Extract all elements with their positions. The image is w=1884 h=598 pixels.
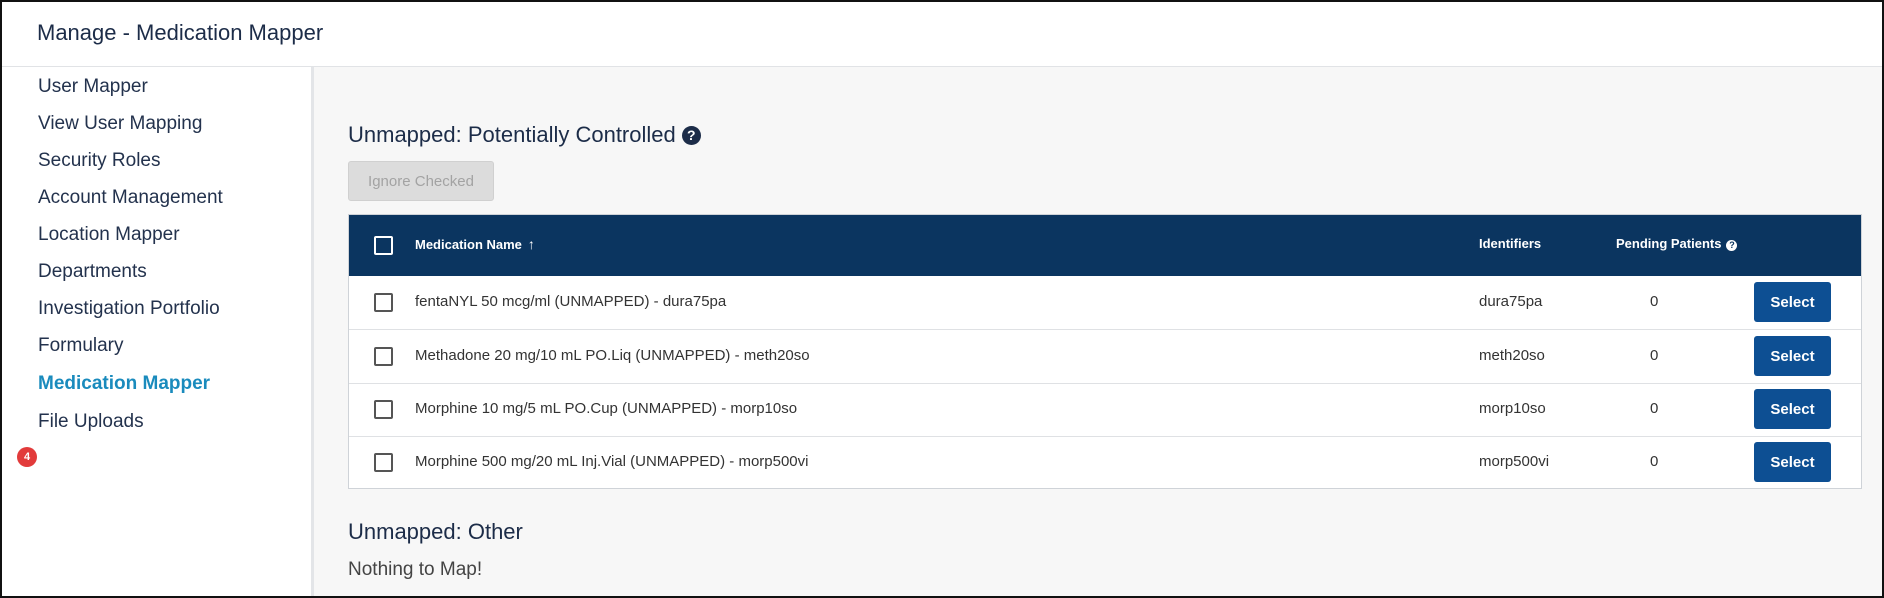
sidebar-item-medication-mapper[interactable]: Medication Mapper — [38, 373, 210, 395]
sidebar-item-formulary[interactable]: Formulary — [38, 335, 124, 357]
identifier-cell: morp10so — [1479, 400, 1546, 417]
column-header-identifiers: Identifiers — [1479, 236, 1542, 251]
medications-table: Medication Name ↑ Identifiers Pending Pat… — [348, 214, 1862, 489]
sidebar-item-security-roles[interactable]: Security Roles — [38, 150, 161, 172]
pending-patients-cell: 0 — [1650, 453, 1659, 470]
identifier-cell: meth20so — [1479, 347, 1545, 364]
empty-state-text: Nothing to Map! — [348, 559, 483, 580]
identifier-cell: dura75pa — [1479, 293, 1543, 310]
sidebar-item-departments[interactable]: Departments — [38, 261, 147, 283]
row-checkbox[interactable] — [374, 293, 393, 312]
select-button[interactable]: Select — [1754, 442, 1831, 482]
sort-ascending-icon: ↑ — [527, 236, 535, 252]
other-section-title: Unmapped: Other — [348, 519, 523, 544]
select-button[interactable]: Select — [1754, 282, 1831, 322]
select-all-checkbox[interactable] — [374, 236, 393, 255]
ignore-checked-button[interactable]: Ignore Checked — [348, 161, 494, 201]
pending-patients-cell: 0 — [1650, 293, 1659, 310]
sidebar-item-location-mapper[interactable]: Location Mapper — [38, 224, 180, 246]
pending-patients-cell: 0 — [1650, 400, 1659, 417]
table-row: Morphine 500 mg/20 mL Inj.Vial (UNMAPPED… — [349, 436, 1861, 489]
row-checkbox[interactable] — [374, 347, 393, 366]
sidebar-item-view-user-mapping[interactable]: View User Mapping — [38, 113, 202, 135]
table-row: Morphine 10 mg/5 mL PO.Cup (UNMAPPED) - … — [349, 383, 1861, 437]
medication-name-cell: fentaNYL 50 mcg/ml (UNMAPPED) - dura75pa — [415, 293, 727, 310]
question-circle-icon[interactable]: ? — [1726, 240, 1738, 251]
table-header: Medication Name ↑ Identifiers Pending Pat… — [349, 215, 1861, 276]
question-circle-icon[interactable]: ? — [681, 126, 701, 145]
sidebar-item-account-management[interactable]: Account Management — [38, 187, 223, 209]
select-button[interactable]: Select — [1754, 389, 1831, 429]
column-header-pending-patients: Pending Patients? — [1616, 236, 1738, 251]
table-row: fentaNYL 50 mcg/ml (UNMAPPED) - dura75pa… — [349, 276, 1861, 330]
top-bar: Manage - Medication Mapper — [2, 2, 1882, 67]
sidebar: User Mapper View User Mapping Security R… — [2, 67, 314, 596]
medication-name-cell: Methadone 20 mg/10 mL PO.Liq (UNMAPPED) … — [415, 347, 810, 364]
select-button[interactable]: Select — [1754, 336, 1831, 376]
medication-name-cell: Morphine 10 mg/5 mL PO.Cup (UNMAPPED) - … — [415, 400, 798, 417]
row-checkbox[interactable] — [374, 400, 393, 419]
sidebar-item-file-uploads[interactable]: File Uploads — [38, 411, 144, 433]
pending-patients-cell: 0 — [1650, 347, 1659, 364]
main-content: Unmapped: Potentially Controlled? Ignore… — [314, 67, 1882, 596]
column-header-medication-name[interactable]: Medication Name ↑ — [415, 236, 535, 252]
column-header-medication-name-label: Medication Name — [415, 237, 522, 252]
column-header-pending-patients-label: Pending Patients — [1616, 236, 1722, 251]
table-row: Methadone 20 mg/10 mL PO.Liq (UNMAPPED) … — [349, 330, 1861, 384]
controlled-section-title: Unmapped: Potentially Controlled? — [348, 122, 701, 148]
sidebar-item-investigation-portfolio[interactable]: Investigation Portfolio — [38, 298, 220, 320]
identifier-cell: morp500vi — [1479, 453, 1550, 470]
controlled-title-text: Unmapped: Potentially Controlled — [348, 122, 676, 147]
sidebar-item-user-mapper[interactable]: User Mapper — [38, 76, 148, 98]
page-title: Manage - Medication Mapper — [37, 20, 324, 45]
medication-name-cell: Morphine 500 mg/20 mL Inj.Vial (UNMAPPED… — [415, 453, 809, 470]
notification-badge: 4 — [17, 447, 37, 467]
app-window: Manage - Medication Mapper User Mapper V… — [0, 0, 1884, 598]
row-checkbox[interactable] — [374, 453, 393, 472]
